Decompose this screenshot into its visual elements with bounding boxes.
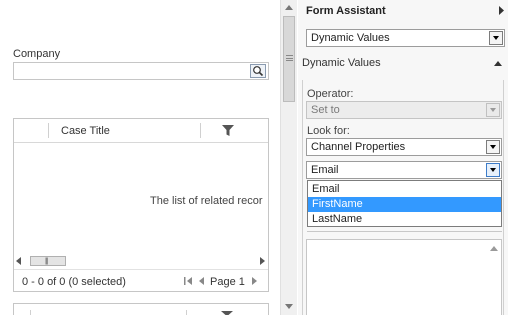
first-page-icon[interactable] (184, 276, 194, 286)
dropdown-arrow-icon[interactable] (486, 163, 500, 177)
prev-page-icon[interactable] (199, 277, 204, 285)
page-number: Page 1 (210, 276, 245, 288)
empty-grid-message: The list of related recor (150, 195, 263, 207)
dropdown-option-email[interactable]: Email (308, 182, 501, 197)
form-assistant-panel: Form Assistant Dynamic Values Dynamic Va… (298, 0, 508, 315)
form-assistant-header: Form Assistant (298, 0, 508, 24)
form-assistant-title: Form Assistant (306, 5, 386, 17)
scroll-left-icon[interactable] (16, 257, 21, 265)
next-page-icon[interactable] (252, 277, 257, 285)
operator-label: Operator: (307, 88, 354, 100)
grid-footer: 0 - 0 of 0 (0 selected) Page 1 (14, 269, 268, 291)
dynamic-values-section-header[interactable]: Dynamic Values (302, 55, 508, 75)
dropdown-arrow-icon[interactable] (489, 31, 503, 45)
related-cases-grid: Case Title The list of related recor |||… (13, 118, 269, 292)
scroll-right-icon[interactable] (260, 257, 265, 265)
scroll-thumb[interactable] (283, 16, 295, 102)
second-grid (13, 303, 269, 315)
form-assistant-selector[interactable]: Dynamic Values (306, 29, 505, 47)
field-dropdown-list[interactable]: Email FirstName LastName (307, 180, 502, 227)
column-divider (200, 123, 201, 138)
filter-icon[interactable] (222, 125, 234, 136)
look-for-select[interactable]: Channel Properties (306, 138, 502, 156)
column-header-case-title[interactable]: Case Title (61, 125, 110, 137)
dropdown-arrow-icon[interactable] (486, 140, 500, 154)
dropdown-option-firstname[interactable]: FirstName (308, 197, 501, 212)
chevron-right-icon[interactable] (499, 6, 504, 15)
field-value: Email (311, 164, 339, 176)
page-vertical-scrollbar[interactable] (280, 0, 297, 315)
dropdown-arrow-icon (486, 103, 500, 117)
section-title: Dynamic Values (302, 57, 381, 69)
grid-header: Case Title (14, 119, 268, 143)
dropdown-option-lastname[interactable]: LastName (308, 212, 501, 227)
collapse-icon[interactable] (494, 61, 502, 66)
field-select[interactable]: Email (306, 161, 502, 179)
scroll-up-icon[interactable] (285, 5, 293, 10)
look-for-value: Channel Properties (311, 141, 406, 153)
scroll-up-icon[interactable] (490, 246, 498, 251)
column-divider (30, 310, 31, 315)
operator-select: Set to (306, 101, 502, 119)
column-divider (186, 310, 187, 315)
scroll-down-icon[interactable] (285, 304, 293, 309)
column-divider (48, 123, 49, 138)
horizontal-scrollbar[interactable]: ||| (14, 255, 268, 267)
filter-icon[interactable] (221, 311, 233, 315)
form-area: Company Case Title The list of related r… (0, 0, 280, 315)
record-count: 0 - 0 of 0 (0 selected) (22, 276, 126, 288)
operator-value: Set to (311, 104, 340, 116)
selector-value: Dynamic Values (311, 32, 390, 44)
company-lookup-field[interactable] (13, 62, 269, 80)
company-label: Company (13, 48, 61, 60)
values-textarea[interactable] (306, 239, 502, 315)
scroll-grip-icon (286, 55, 293, 61)
lookup-icon[interactable] (250, 64, 266, 78)
scroll-thumb[interactable]: ||| (30, 256, 66, 266)
look-for-label: Look for: (307, 125, 350, 137)
